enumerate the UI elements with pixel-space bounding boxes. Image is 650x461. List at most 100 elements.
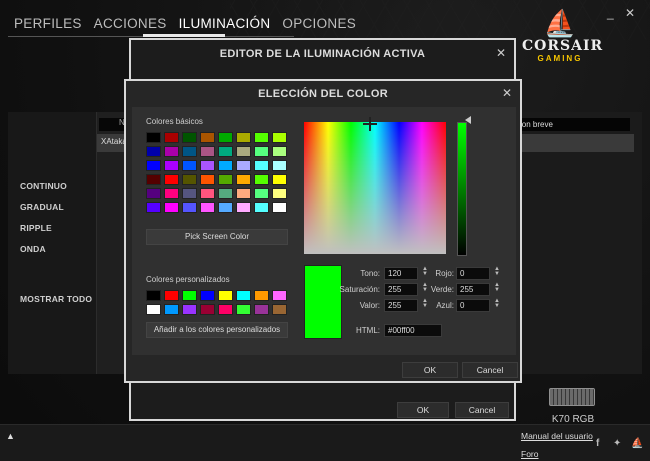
basic-color-swatch[interactable]	[146, 160, 161, 171]
basic-color-swatch[interactable]	[272, 188, 287, 199]
rojo-field[interactable]: 0	[456, 267, 490, 280]
basic-color-swatch[interactable]	[146, 146, 161, 157]
value-slider-arrow-icon[interactable]	[465, 116, 471, 124]
basic-color-swatch[interactable]	[218, 146, 233, 157]
basic-color-swatch[interactable]	[182, 146, 197, 157]
custom-color-swatch[interactable]	[164, 304, 179, 315]
basic-color-swatch[interactable]	[182, 174, 197, 185]
basic-color-swatch[interactable]	[218, 174, 233, 185]
expand-arrow-icon[interactable]: ▲	[6, 431, 15, 441]
basic-color-swatch[interactable]	[272, 160, 287, 171]
basic-color-swatch[interactable]	[236, 146, 251, 157]
minimize-button[interactable]: _	[607, 6, 614, 20]
user-manual-link[interactable]: Manual del usuario	[521, 431, 593, 441]
sidebar-item-onda[interactable]: ONDA	[20, 244, 46, 254]
basic-color-swatch[interactable]	[272, 132, 287, 143]
basic-color-swatch[interactable]	[236, 160, 251, 171]
basic-color-swatch[interactable]	[200, 202, 215, 213]
basic-color-swatch[interactable]	[182, 188, 197, 199]
basic-color-swatch[interactable]	[200, 174, 215, 185]
custom-color-swatch[interactable]	[164, 290, 179, 301]
custom-color-swatch[interactable]	[182, 290, 197, 301]
color-spectrum[interactable]	[304, 117, 446, 254]
add-custom-color-button[interactable]: Añadir a los colores personalizados	[146, 322, 288, 338]
basic-color-swatch[interactable]	[254, 174, 269, 185]
custom-color-swatch[interactable]	[200, 304, 215, 315]
custom-color-swatch[interactable]	[272, 290, 287, 301]
sidebar-item-mostrar-todo[interactable]: MOSTRAR TODO	[20, 294, 92, 304]
editor-close-icon[interactable]: ✕	[496, 46, 506, 60]
basic-color-swatch[interactable]	[200, 160, 215, 171]
corsair-icon[interactable]: ⛵	[631, 438, 643, 449]
basic-color-swatch[interactable]	[218, 160, 233, 171]
keyboard-icon[interactable]	[549, 388, 595, 406]
tab-iluminacion[interactable]: ILUMINACIÓN	[173, 16, 277, 31]
picker-ok-button[interactable]: OK	[402, 362, 458, 378]
custom-color-swatch[interactable]	[218, 290, 233, 301]
basic-color-swatch[interactable]	[236, 188, 251, 199]
rojo-spinner-icon[interactable]: ▲ ▼	[494, 266, 500, 277]
basic-color-swatch[interactable]	[146, 202, 161, 213]
custom-color-swatch[interactable]	[218, 304, 233, 315]
editor-ok-button[interactable]: OK	[397, 402, 449, 418]
tab-opciones[interactable]: OPCIONES	[276, 16, 362, 31]
basic-color-swatch[interactable]	[200, 146, 215, 157]
twitter-icon[interactable]: ✦	[613, 438, 621, 449]
value-slider[interactable]	[457, 122, 467, 256]
basic-color-swatch[interactable]	[272, 146, 287, 157]
sidebar-item-continuo[interactable]: CONTINUO	[20, 181, 67, 191]
sidebar-item-ripple[interactable]: RIPPLE	[20, 223, 52, 233]
basic-color-swatch[interactable]	[236, 174, 251, 185]
verde-spinner-icon[interactable]: ▲ ▼	[494, 282, 500, 293]
basic-color-swatch[interactable]	[182, 132, 197, 143]
description-row[interactable]	[516, 134, 634, 152]
custom-color-swatch[interactable]	[182, 304, 197, 315]
basic-color-swatch[interactable]	[164, 188, 179, 199]
close-window-button[interactable]: ✕	[625, 6, 635, 20]
basic-color-swatch[interactable]	[254, 160, 269, 171]
picker-cancel-button[interactable]: Cancel	[462, 362, 518, 378]
basic-color-swatch[interactable]	[200, 188, 215, 199]
basic-color-swatch[interactable]	[236, 132, 251, 143]
custom-color-swatch[interactable]	[254, 290, 269, 301]
basic-color-swatch[interactable]	[218, 202, 233, 213]
basic-color-swatch[interactable]	[254, 132, 269, 143]
basic-color-swatch[interactable]	[272, 174, 287, 185]
basic-color-swatch[interactable]	[218, 132, 233, 143]
basic-color-swatch[interactable]	[164, 202, 179, 213]
azul-spinner-icon[interactable]: ▲ ▼	[494, 298, 500, 309]
basic-color-swatch[interactable]	[146, 132, 161, 143]
facebook-icon[interactable]: f	[596, 438, 599, 449]
basic-color-swatch[interactable]	[200, 132, 215, 143]
basic-color-swatch[interactable]	[182, 160, 197, 171]
basic-color-swatch[interactable]	[218, 188, 233, 199]
basic-color-swatch[interactable]	[254, 188, 269, 199]
basic-color-swatch[interactable]	[164, 174, 179, 185]
custom-color-swatch[interactable]	[254, 304, 269, 315]
basic-color-swatch[interactable]	[164, 160, 179, 171]
basic-color-swatch[interactable]	[272, 202, 287, 213]
editor-cancel-button[interactable]: Cancel	[455, 402, 509, 418]
basic-color-swatch[interactable]	[164, 146, 179, 157]
saturacion-field[interactable]: 255	[384, 283, 418, 296]
azul-field[interactable]: 0	[456, 299, 490, 312]
basic-color-swatch[interactable]	[146, 188, 161, 199]
basic-color-swatch[interactable]	[254, 202, 269, 213]
custom-color-swatch[interactable]	[236, 290, 251, 301]
custom-color-swatch[interactable]	[272, 304, 287, 315]
tab-perfiles[interactable]: PERFILES	[8, 16, 88, 31]
tab-acciones[interactable]: ACCIONES	[88, 16, 173, 31]
custom-color-swatch[interactable]	[200, 290, 215, 301]
tono-field[interactable]: 120	[384, 267, 418, 280]
basic-color-swatch[interactable]	[164, 132, 179, 143]
basic-color-swatch[interactable]	[182, 202, 197, 213]
custom-color-swatch[interactable]	[146, 290, 161, 301]
basic-color-swatch[interactable]	[146, 174, 161, 185]
verde-field[interactable]: 255	[456, 283, 490, 296]
basic-color-swatch[interactable]	[254, 146, 269, 157]
pick-screen-color-button[interactable]: Pick Screen Color	[146, 229, 288, 245]
picker-close-icon[interactable]: ✕	[502, 86, 512, 100]
custom-color-swatch[interactable]	[236, 304, 251, 315]
custom-color-swatch[interactable]	[146, 304, 161, 315]
basic-color-swatch[interactable]	[236, 202, 251, 213]
